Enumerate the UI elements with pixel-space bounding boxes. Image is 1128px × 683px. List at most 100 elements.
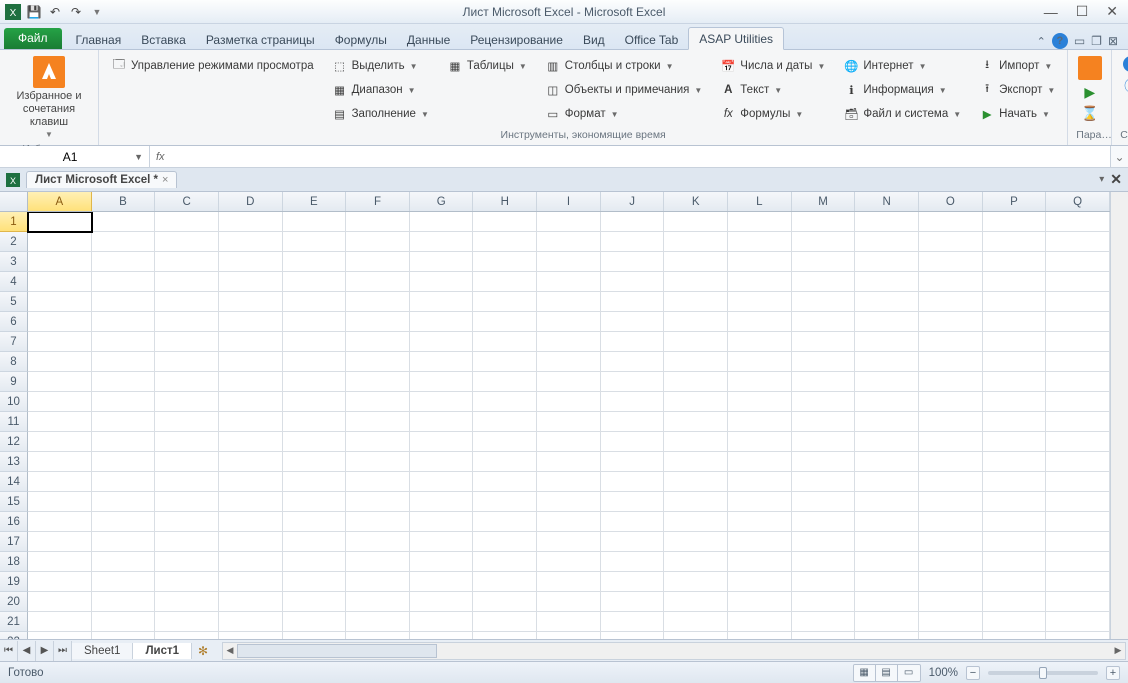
cell[interactable] [537, 452, 601, 472]
cell[interactable] [855, 212, 919, 232]
cell[interactable] [219, 492, 283, 512]
cell[interactable] [1046, 552, 1110, 572]
cell[interactable] [92, 512, 156, 532]
file-system-button[interactable]: 🗃Файл и система▼ [839, 102, 965, 126]
cell[interactable] [664, 612, 728, 632]
cell[interactable] [855, 512, 919, 532]
cell[interactable] [92, 412, 156, 432]
cell[interactable] [537, 252, 601, 272]
cell[interactable] [473, 432, 537, 452]
cell[interactable] [155, 312, 219, 332]
formulas-button[interactable]: fxФормулы▼ [716, 102, 829, 126]
cell[interactable] [601, 612, 665, 632]
cell[interactable] [346, 492, 410, 512]
redo-icon[interactable]: ↷ [67, 3, 85, 21]
sheet-tab[interactable]: Sheet1 [72, 643, 133, 659]
cell[interactable] [346, 532, 410, 552]
cell[interactable] [983, 512, 1047, 532]
select-all-corner[interactable] [0, 192, 28, 211]
cell[interactable] [219, 452, 283, 472]
cell[interactable] [155, 232, 219, 252]
cell[interactable] [919, 452, 983, 472]
name-box[interactable]: ▼ [0, 146, 150, 167]
cell[interactable] [601, 212, 665, 232]
tab-view[interactable]: Вид [573, 29, 615, 50]
scroll-right-icon[interactable]: ▶ [1111, 643, 1125, 659]
cell[interactable] [410, 632, 474, 639]
cell[interactable] [855, 372, 919, 392]
cell[interactable] [1046, 352, 1110, 372]
row-header[interactable]: 14 [0, 472, 28, 492]
name-box-dropdown-icon[interactable]: ▼ [134, 152, 143, 162]
cell[interactable] [473, 492, 537, 512]
row-header[interactable]: 22 [0, 632, 28, 639]
text-button[interactable]: AТекст▼ [716, 78, 829, 102]
cell[interactable] [346, 432, 410, 452]
cell[interactable] [28, 612, 92, 632]
cell[interactable] [283, 492, 347, 512]
cell[interactable] [855, 292, 919, 312]
cell[interactable] [155, 372, 219, 392]
cell[interactable] [155, 252, 219, 272]
cell[interactable] [601, 452, 665, 472]
cell[interactable] [792, 612, 856, 632]
cell[interactable] [346, 372, 410, 392]
cell[interactable] [792, 232, 856, 252]
cell[interactable] [1046, 532, 1110, 552]
view-normal-icon[interactable]: ▦ [854, 665, 876, 681]
cell[interactable] [283, 512, 347, 532]
cell[interactable] [855, 552, 919, 572]
cell[interactable] [537, 292, 601, 312]
format-button[interactable]: ▭Формат▼ [541, 102, 707, 126]
cell[interactable] [346, 592, 410, 612]
export-button[interactable]: ⭱Экспорт▼ [975, 78, 1059, 102]
cell[interactable] [219, 412, 283, 432]
cell[interactable] [537, 572, 601, 592]
cell[interactable] [728, 272, 792, 292]
cell[interactable] [155, 432, 219, 452]
column-header[interactable]: O [919, 192, 983, 211]
cell[interactable] [537, 212, 601, 232]
cell[interactable] [792, 512, 856, 532]
workbook-tab[interactable]: Лист Microsoft Excel * × [26, 171, 177, 188]
cell[interactable] [410, 352, 474, 372]
cell[interactable] [919, 512, 983, 532]
cell[interactable] [283, 392, 347, 412]
cell[interactable] [410, 432, 474, 452]
cell[interactable] [792, 432, 856, 452]
cell[interactable] [92, 332, 156, 352]
qat-dropdown-icon[interactable]: ▼ [88, 3, 106, 21]
cell[interactable] [601, 372, 665, 392]
cell[interactable] [283, 332, 347, 352]
cell[interactable] [28, 252, 92, 272]
cell[interactable] [92, 612, 156, 632]
help-circle-icon[interactable]: ? [1123, 56, 1128, 72]
zoom-in-button[interactable]: + [1106, 666, 1120, 680]
cell[interactable] [792, 492, 856, 512]
cell[interactable] [92, 432, 156, 452]
cell[interactable] [346, 392, 410, 412]
vertical-scrollbar[interactable] [1110, 192, 1128, 639]
cell[interactable] [919, 272, 983, 292]
cell[interactable] [983, 272, 1047, 292]
cell[interactable] [919, 232, 983, 252]
row-header[interactable]: 19 [0, 572, 28, 592]
cell[interactable] [283, 292, 347, 312]
cell[interactable] [983, 552, 1047, 572]
cell[interactable] [283, 272, 347, 292]
formula-input[interactable] [173, 149, 1104, 165]
cell[interactable] [983, 332, 1047, 352]
cell[interactable] [601, 312, 665, 332]
cell[interactable] [283, 352, 347, 372]
play-icon[interactable]: ▶ [1084, 84, 1095, 101]
row-header[interactable]: 2 [0, 232, 28, 252]
cell[interactable] [28, 352, 92, 372]
row-header[interactable]: 1 [0, 212, 28, 232]
cell[interactable] [855, 392, 919, 412]
cell[interactable] [537, 492, 601, 512]
workbook-tab-dropdown-icon[interactable]: ▾ [1099, 174, 1104, 185]
cell[interactable] [219, 292, 283, 312]
cell[interactable] [728, 512, 792, 532]
cell[interactable] [537, 532, 601, 552]
cell[interactable] [219, 272, 283, 292]
